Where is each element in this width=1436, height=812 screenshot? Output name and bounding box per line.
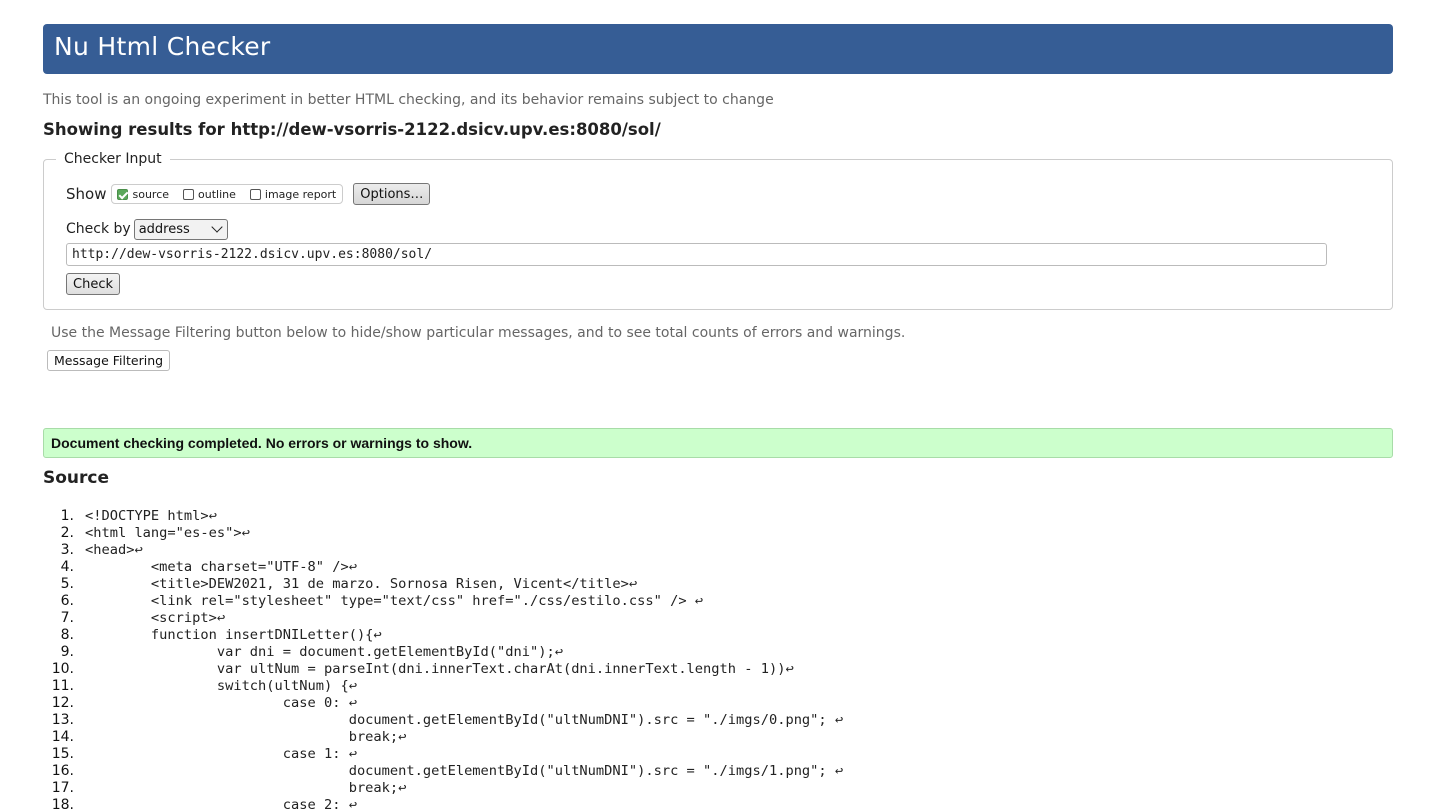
- line-number: 8.: [60, 627, 74, 643]
- source-checkbox[interactable]: [117, 188, 129, 200]
- line-code: var dni = document.getElementById("dni")…: [85, 644, 563, 660]
- line-number: 17.: [51, 780, 74, 796]
- source-line: 17. break;↩: [0, 780, 1436, 797]
- source-heading: Source: [43, 468, 110, 488]
- line-code: <title>DEW2021, 31 de marzo. Sornosa Ris…: [85, 576, 638, 592]
- header-banner: Nu Html Checker: [43, 24, 1393, 74]
- source-line: 12. case 0: ↩: [0, 695, 1436, 712]
- source-line: 16. document.getElementById("ultNumDNI")…: [0, 763, 1436, 780]
- line-code: case 0: ↩: [85, 695, 357, 711]
- line-code: <script>↩: [85, 610, 226, 626]
- image-report-checkbox-label: image report: [264, 187, 337, 201]
- line-number: 4.: [60, 559, 74, 575]
- message-filtering-button[interactable]: Message Filtering: [47, 350, 171, 371]
- page: Nu Html Checker This tool is an ongoing …: [0, 0, 1436, 812]
- line-number: 7.: [60, 610, 74, 626]
- show-options-group: source outline image report: [111, 184, 344, 204]
- show-options-row: Show source outline image report Options…: [66, 183, 431, 205]
- source-line: 11. switch(ultNum) {↩: [0, 678, 1436, 695]
- check-by-selected-value: address: [138, 221, 190, 237]
- source-line: 1. <!DOCTYPE html>↩: [0, 508, 1436, 525]
- line-code: function insertDNILetter(){↩: [85, 627, 382, 643]
- check-button[interactable]: Check: [66, 273, 120, 295]
- line-code: <!DOCTYPE html>↩: [85, 508, 217, 524]
- source-line: 2. <html lang="es-es">↩: [0, 525, 1436, 542]
- line-code: <head>↩: [85, 542, 143, 558]
- line-code: var ultNum = parseInt(dni.innerText.char…: [85, 661, 794, 677]
- source-line: 9. var dni = document.getElementById("dn…: [0, 644, 1436, 661]
- line-code: <html lang="es-es">↩: [85, 525, 250, 541]
- source-listing: 1. <!DOCTYPE html>↩ 2. <html lang="es-es">↩…: [0, 508, 1436, 812]
- app-title: Nu Html Checker: [54, 32, 271, 61]
- line-code: switch(ultNum) {↩: [85, 678, 357, 694]
- line-number: 9.: [60, 644, 74, 660]
- check-by-row: Check by address: [66, 218, 228, 240]
- url-input[interactable]: http://dew-vsorris-2122.dsicv.upv.es:808…: [66, 243, 1327, 266]
- show-outline-option[interactable]: outline: [183, 188, 236, 201]
- line-code: document.getElementById("ultNumDNI").src…: [85, 763, 844, 779]
- source-checkbox-label: source: [132, 187, 170, 201]
- line-number: 6.: [60, 593, 74, 609]
- source-line: 3. <head>↩: [0, 542, 1436, 559]
- source-line: 10. var ultNum = parseInt(dni.innerText.…: [0, 661, 1436, 678]
- checker-input-legend: Checker Input: [64, 151, 162, 167]
- check-by-label: Check by: [66, 221, 131, 237]
- source-line: 7. <script>↩: [0, 610, 1436, 627]
- line-number: 18.: [51, 797, 74, 812]
- results-heading: Showing results for http://dew-vsorris-2…: [43, 120, 661, 139]
- line-number: 2.: [60, 525, 74, 541]
- line-code: case 1: ↩: [85, 746, 357, 762]
- line-code: break;↩: [85, 729, 407, 745]
- line-code: case 2: ↩: [85, 797, 357, 812]
- line-code: <meta charset="UTF-8" />↩: [85, 559, 357, 575]
- image-report-checkbox[interactable]: [249, 188, 261, 200]
- line-number: 12.: [51, 695, 74, 711]
- status-success-message: Document checking completed. No errors o…: [43, 428, 1393, 458]
- line-number: 16.: [51, 763, 74, 779]
- checker-input-fieldset: Checker Input: [43, 151, 1393, 310]
- options-button[interactable]: Options…: [353, 183, 431, 205]
- source-line: 13. document.getElementById("ultNumDNI")…: [0, 712, 1436, 729]
- show-label: Show: [66, 185, 107, 203]
- line-code: <link rel="stylesheet" type="text/css" h…: [85, 593, 704, 609]
- source-line: 14. break;↩: [0, 729, 1436, 746]
- line-number: 14.: [51, 729, 74, 745]
- outline-checkbox[interactable]: [183, 188, 195, 200]
- check-by-select[interactable]: address: [133, 218, 228, 240]
- line-number: 11.: [51, 678, 74, 694]
- source-line: 8. function insertDNILetter(){↩: [0, 627, 1436, 644]
- line-number: 3.: [60, 542, 74, 558]
- message-filtering-note: Use the Message Filtering button below t…: [51, 325, 906, 341]
- source-line: 18. case 2: ↩: [0, 797, 1436, 812]
- line-code: document.getElementById("ultNumDNI").src…: [85, 712, 844, 728]
- outline-checkbox-label: outline: [198, 187, 236, 201]
- show-image-report-option[interactable]: image report: [249, 187, 337, 201]
- show-source-option[interactable]: source: [117, 188, 169, 201]
- source-line: 4. <meta charset="UTF-8" />↩: [0, 559, 1436, 576]
- line-number: 5.: [60, 576, 74, 592]
- line-number: 13.: [51, 712, 74, 728]
- source-line: 5. <title>DEW2021, 31 de marzo. Sornosa …: [0, 576, 1436, 593]
- source-line: 6. <link rel="stylesheet" type="text/css…: [0, 593, 1436, 610]
- tool-description: This tool is an ongoing experiment in be…: [43, 92, 774, 108]
- line-number: 1.: [60, 508, 74, 524]
- line-number: 15.: [51, 746, 74, 762]
- line-number: 10.: [51, 661, 74, 677]
- line-code: break;↩: [85, 780, 407, 796]
- chevron-down-icon: [211, 221, 223, 233]
- source-line: 15. case 1: ↩: [0, 746, 1436, 763]
